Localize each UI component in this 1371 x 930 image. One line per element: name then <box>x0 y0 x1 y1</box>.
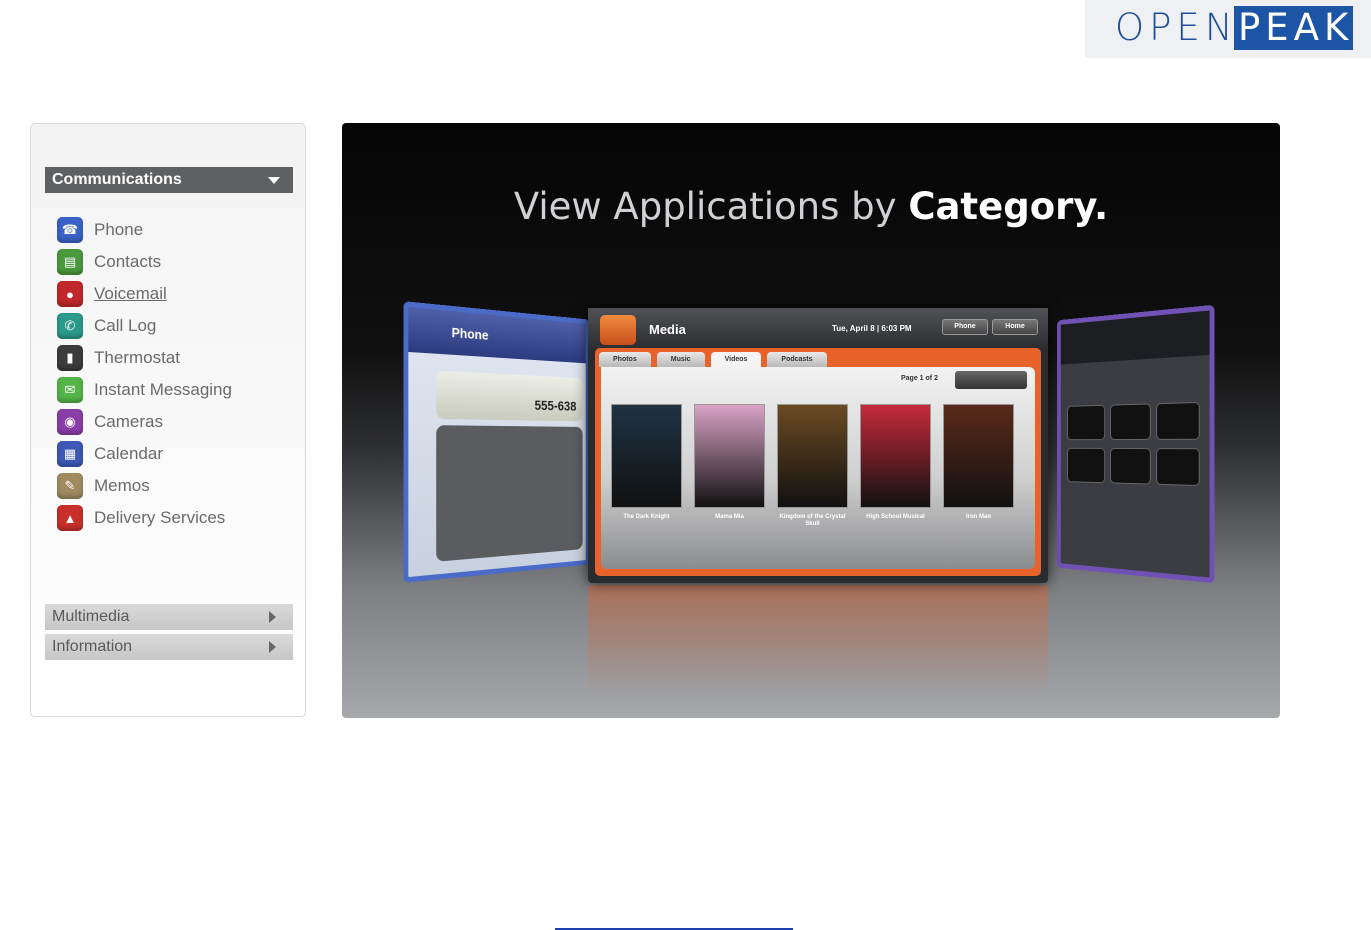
poster-caption: Mama Mia <box>715 514 744 520</box>
delivery-services-icon: ▲ <box>57 505 83 531</box>
phone-keypad <box>436 425 583 562</box>
hero-title: View Applications by Category. <box>513 185 1109 228</box>
media-datetime: Tue, April 8 | 6:03 PM <box>832 324 912 333</box>
phone-icon: ☎ <box>57 217 83 243</box>
menu-item-phone[interactable]: ☎ Phone <box>57 214 232 246</box>
poster-art <box>777 404 848 508</box>
album-tile <box>1110 447 1151 485</box>
album-tile <box>1156 401 1200 440</box>
category-header-multimedia[interactable]: Multimedia <box>45 604 293 630</box>
call-log-icon: ✆ <box>57 313 83 339</box>
communications-menu: ☎ Phone ▤ Contacts ● Voicemail ✆ Call Log ▮ T… <box>57 214 232 534</box>
poster-caption: Iron Man <box>966 514 991 520</box>
cameras-icon: ◉ <box>57 409 83 435</box>
video-gallery: Page 1 of 2 The Dark Knight Mama Mia Kin… <box>601 367 1035 569</box>
voicemail-icon: ● <box>57 281 83 307</box>
poster-caption: High School Musical <box>866 514 925 520</box>
menu-item-memos[interactable]: ✎ Memos <box>57 470 232 502</box>
category-label: Information <box>52 638 133 655</box>
calendar-icon: ▦ <box>57 441 83 467</box>
phone-number-display: 555-638 <box>436 370 583 422</box>
media-body: Photos Music Videos Podcasts Page 1 of 2… <box>595 348 1041 576</box>
poster-caption: Kingdom of the Crystal Skull <box>779 514 846 527</box>
tab-podcasts: Podcasts <box>767 352 827 367</box>
thermostat-icon: ▮ <box>57 345 83 371</box>
tab-videos: Videos <box>710 352 762 367</box>
album-tile <box>1110 403 1151 441</box>
openpeak-logo: OPEN PEAK <box>1085 0 1371 58</box>
media-home-button: Home <box>992 319 1038 335</box>
album-grid <box>1067 401 1200 487</box>
album-tile <box>1156 448 1200 487</box>
media-title: Media <box>649 322 686 337</box>
phone-app-panel: Phone 555-638 <box>403 301 590 583</box>
logo-open-text: OPEN <box>1115 6 1238 49</box>
poster-art <box>694 404 765 508</box>
music-app-panel <box>1056 304 1215 584</box>
chevron-right-icon <box>269 611 276 623</box>
media-phone-button: Phone <box>942 319 988 335</box>
logo-peak-text: PEAK <box>1234 6 1353 50</box>
media-panel-reflection <box>588 585 1048 695</box>
memos-icon: ✎ <box>57 473 83 499</box>
hero-showcase-image: View Applications by Category. Phone 555… <box>342 123 1280 718</box>
menu-item-cameras[interactable]: ◉ Cameras <box>57 406 232 438</box>
movie-poster: Kingdom of the Crystal Skull <box>777 404 848 528</box>
menu-item-voicemail[interactable]: ● Voicemail <box>57 278 232 310</box>
movie-poster: High School Musical <box>860 404 931 528</box>
chevron-down-icon <box>268 177 280 184</box>
tab-music: Music <box>656 352 705 367</box>
menu-item-calendar[interactable]: ▦ Calendar <box>57 438 232 470</box>
chevron-right-icon <box>269 641 276 653</box>
category-sidebar: Communications ☎ Phone ▤ Contacts ● Voicema… <box>30 123 306 717</box>
menu-item-contacts[interactable]: ▤ Contacts <box>57 246 232 278</box>
poster-art <box>611 404 682 508</box>
category-label: Multimedia <box>52 608 130 625</box>
contacts-icon: ▤ <box>57 249 83 275</box>
poster-art <box>860 404 931 508</box>
poster-row: The Dark Knight Mama Mia Kingdom of the … <box>611 404 1014 528</box>
movie-poster: Iron Man <box>943 404 1014 528</box>
music-panel-header <box>1060 310 1210 365</box>
menu-item-call-log[interactable]: ✆ Call Log <box>57 310 232 342</box>
category-header-communications[interactable]: Communications <box>45 167 293 193</box>
tab-photos: Photos <box>599 352 651 367</box>
album-tile <box>1067 404 1106 441</box>
phone-panel-title: Phone <box>408 306 586 364</box>
media-tabs: Photos Music Videos Podcasts <box>599 352 827 367</box>
media-header: Media Tue, April 8 | 6:03 PM Phone Home <box>588 308 1048 351</box>
category-header-information[interactable]: Information <box>45 634 293 660</box>
media-app-panel: Media Tue, April 8 | 6:03 PM Phone Home … <box>588 308 1048 583</box>
media-app-icon <box>600 315 636 345</box>
instant-messaging-icon: ✉ <box>57 377 83 403</box>
category-label: Communications <box>52 171 182 188</box>
movie-poster: Mama Mia <box>694 404 765 528</box>
album-tile <box>1067 447 1106 484</box>
movie-poster: The Dark Knight <box>611 404 682 528</box>
menu-item-delivery-services[interactable]: ▲ Delivery Services <box>57 502 232 534</box>
page-arrows <box>955 371 1027 389</box>
poster-caption: The Dark Knight <box>623 514 670 520</box>
page-indicator: Page 1 of 2 <box>901 375 938 382</box>
poster-art <box>943 404 1014 508</box>
menu-item-thermostat[interactable]: ▮ Thermostat <box>57 342 232 374</box>
menu-item-instant-messaging[interactable]: ✉ Instant Messaging <box>57 374 232 406</box>
